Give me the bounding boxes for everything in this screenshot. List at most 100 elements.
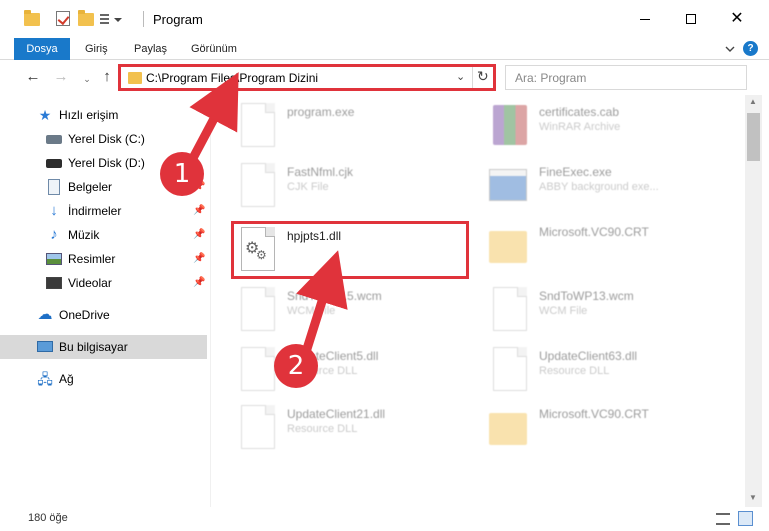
customize-toolbar-icon[interactable]	[99, 11, 122, 27]
pin-icon[interactable]: 📌	[193, 253, 205, 264]
sidebar-item-label: OneDrive	[59, 308, 110, 322]
tab-view[interactable]: Görünüm	[191, 38, 237, 60]
sidebar-item-quick-access[interactable]: ★ Hızlı erişim	[0, 103, 207, 127]
folder-icon	[24, 10, 40, 27]
pin-icon[interactable]: 📌	[193, 229, 205, 240]
documents-icon	[48, 179, 60, 195]
pictures-icon	[46, 253, 62, 265]
status-bar: 180 öğe	[0, 507, 769, 531]
sidebar-item-label: Yerel Disk (D:)	[68, 156, 145, 170]
back-button[interactable]: ←	[24, 68, 42, 86]
pin-icon[interactable]: 📌	[193, 277, 205, 288]
drive-icon	[46, 159, 62, 168]
file-name: SndToWP15.wcm	[287, 289, 382, 303]
window-title: Program	[153, 12, 203, 27]
file-name: certificates.cab	[539, 105, 620, 119]
folder-icon	[489, 221, 531, 269]
sidebar-item-pictures[interactable]: Resimler 📌	[0, 247, 207, 271]
sidebar-item-local-disk-c[interactable]: Yerel Disk (C:)	[0, 127, 207, 151]
file-type: WinRAR Archive	[539, 121, 621, 133]
sidebar-item-network[interactable]: 🖧 Ağ	[0, 367, 207, 391]
tab-file[interactable]: Dosya	[14, 38, 70, 60]
file-type: WCM File	[287, 305, 336, 317]
sidebar-item-label: Müzik	[68, 228, 100, 242]
star-icon: ★	[38, 107, 52, 123]
scroll-down-icon[interactable]: ▼	[749, 493, 757, 502]
file-name: FastNfml.cjk	[287, 165, 353, 179]
file-tile[interactable]: FineExec.exe ABBY background exe...	[489, 159, 729, 215]
tab-home[interactable]: Giriş	[85, 38, 108, 60]
file-tile[interactable]: program.exe	[237, 99, 477, 155]
pin-icon[interactable]: 📌	[193, 205, 205, 216]
file-name: UpdateClient63.dll	[539, 349, 638, 363]
file-type: CJK File	[287, 181, 329, 193]
file-name: program.exe	[287, 105, 355, 119]
file-highlight-box	[231, 221, 469, 279]
scroll-thumb[interactable]	[747, 113, 760, 161]
file-type: Resource DLL	[287, 423, 358, 435]
large-icons-view-icon[interactable]	[738, 511, 753, 526]
dll-file-icon	[489, 345, 531, 393]
maximize-button[interactable]	[668, 0, 714, 38]
application-icon	[489, 161, 531, 209]
sidebar-item-downloads[interactable]: ↓ İndirmeler 📌	[0, 199, 207, 223]
recent-locations-button[interactable]: ⌄	[78, 70, 96, 88]
file-name: UpdateClient21.dll	[287, 407, 386, 421]
properties-icon[interactable]	[56, 11, 72, 27]
scroll-up-icon[interactable]: ▲	[749, 97, 757, 106]
vertical-scrollbar[interactable]: ▲ ▼	[745, 95, 762, 507]
search-placeholder: Ara: Program	[515, 71, 587, 85]
step-badge-1: 1	[160, 152, 204, 196]
sidebar-item-onedrive[interactable]: ☁ OneDrive	[0, 303, 207, 327]
sidebar-item-label: Belgeler	[68, 180, 113, 194]
file-tile[interactable]: SndToWP15.wcm WCM File	[237, 283, 477, 339]
details-view-icon[interactable]	[716, 513, 730, 525]
title-bar: Program ✕	[0, 0, 769, 38]
sidebar-item-label: İndirmeler	[68, 204, 122, 218]
sidebar-item-label: Videolar	[68, 276, 112, 290]
file-type: ABBY background exe...	[539, 181, 659, 193]
file-icon	[237, 161, 279, 209]
file-tile[interactable]: SndToWP13.wcm WCM File	[489, 283, 729, 339]
music-icon: ♪	[50, 226, 58, 243]
search-input[interactable]: Ara: Program	[505, 65, 747, 90]
file-tile[interactable]: certificates.cab WinRAR Archive	[489, 99, 729, 155]
sidebar-item-label: Resimler	[68, 252, 116, 266]
file-type: Resource DLL	[539, 365, 610, 377]
dll-file-icon	[237, 403, 279, 451]
file-tile[interactable]: UpdateClient21.dll Resource DLL	[237, 401, 477, 457]
archive-icon	[489, 101, 531, 149]
file-name: SndToWP13.wcm	[539, 289, 634, 303]
file-name: FineExec.exe	[539, 165, 612, 179]
help-icon[interactable]: ?	[743, 41, 758, 56]
network-icon: 🖧	[37, 371, 53, 387]
minimize-button[interactable]	[622, 0, 668, 38]
downloads-icon: ↓	[50, 202, 58, 219]
sidebar-item-music[interactable]: ♪ Müzik 📌	[0, 223, 207, 247]
folder-tile[interactable]: Microsoft.VC90.CRT	[489, 219, 729, 275]
file-tile[interactable]: UpdateClient63.dll Resource DLL	[489, 343, 729, 399]
ribbon-tabs: Dosya Giriş Paylaş Görünüm ?	[0, 38, 769, 60]
computer-icon	[37, 341, 53, 352]
new-folder-icon[interactable]	[78, 10, 94, 27]
close-button[interactable]: ✕	[714, 0, 760, 38]
file-name: Microsoft.VC90.CRT	[539, 407, 649, 421]
videos-icon	[46, 277, 62, 289]
up-button[interactable]: ↑	[98, 68, 116, 86]
tab-share[interactable]: Paylaş	[134, 38, 167, 60]
file-type: WCM File	[539, 305, 588, 317]
close-icon: ✕	[730, 10, 744, 27]
forward-button[interactable]: →	[52, 68, 70, 86]
navigation-bar: ← → ⌄ ↑ C:\Program Files\Program Dizini …	[0, 61, 769, 93]
file-tile[interactable]: FastNfml.cjk CJK File	[237, 159, 477, 215]
item-count: 180 öğe	[28, 512, 68, 524]
folder-tile[interactable]: Microsoft.VC90.CRT	[489, 401, 729, 457]
file-list: program.exe certificates.cab WinRAR Arch…	[211, 95, 745, 507]
file-tile[interactable]: UpdateClient5.dll Resource DLL	[237, 343, 477, 399]
sidebar-item-videos[interactable]: Videolar 📌	[0, 271, 207, 295]
sidebar-item-this-pc[interactable]: Bu bilgisayar	[0, 335, 207, 359]
file-icon	[237, 285, 279, 333]
expand-ribbon-icon[interactable]	[724, 43, 736, 55]
sidebar-item-label: Ağ	[59, 372, 74, 386]
file-name: Microsoft.VC90.CRT	[539, 225, 649, 239]
